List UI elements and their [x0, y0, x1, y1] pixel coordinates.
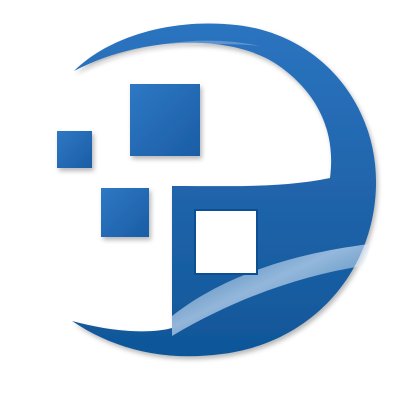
- logo-graphic: [57, 23, 377, 357]
- medium-square-middle: [101, 188, 149, 237]
- logo-canvas: [0, 0, 400, 400]
- white-window-square: [194, 209, 258, 275]
- large-square-top: [130, 84, 200, 156]
- small-square-left: [57, 131, 92, 168]
